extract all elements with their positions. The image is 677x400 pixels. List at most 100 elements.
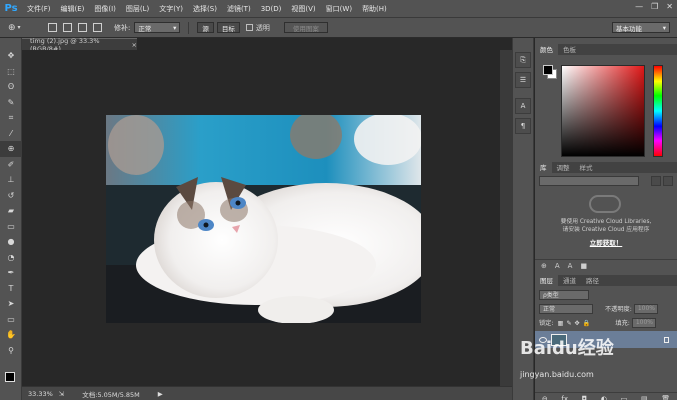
pen-icon[interactable]: ✒ — [0, 265, 22, 281]
properties-panel-icon[interactable]: ☰ — [515, 72, 531, 88]
patch-tool-icon: ⊕ — [8, 22, 16, 33]
menu-image[interactable]: 图像(I) — [89, 4, 121, 14]
type-icon[interactable]: T — [0, 281, 22, 297]
menu-window[interactable]: 窗口(W) — [321, 4, 357, 14]
tab-styles[interactable]: 样式 — [575, 161, 598, 173]
options-bar: ⊕ ▾ 修补: 正常 ▾ 源 目标 透明 使用图案 基本功能 ▾ — [0, 18, 677, 38]
status-menu-arrow-icon[interactable]: ▶ — [158, 390, 163, 398]
baidu-watermark-url: jingyan.baidu.com — [520, 370, 594, 379]
transparent-checkbox[interactable] — [245, 24, 253, 31]
restore-icon[interactable]: ❐ — [651, 2, 658, 11]
layer-filter-select[interactable]: ρ类型 — [539, 289, 589, 300]
toolbar-grip[interactable] — [0, 38, 21, 48]
delete-layer-icon[interactable]: 🗑 — [661, 395, 670, 400]
dodge-icon[interactable]: ◔ — [0, 250, 22, 266]
color-spectrum[interactable] — [561, 65, 645, 157]
quick-select-icon[interactable]: ✎ — [0, 95, 22, 111]
stamp-icon[interactable]: ⊥ — [0, 172, 22, 188]
add-mask-icon[interactable]: ◘ — [582, 395, 588, 400]
marquee-icon[interactable]: ⬚ — [0, 64, 22, 80]
opacity-field[interactable]: 100% — [633, 303, 658, 314]
foreground-color-chip[interactable] — [543, 65, 553, 75]
menu-3d[interactable]: 3D(D) — [256, 5, 287, 13]
add-color-icon[interactable]: ■ — [580, 262, 587, 270]
zoom-level[interactable]: 33.33% — [28, 390, 53, 398]
source-button[interactable]: 源 — [197, 22, 214, 33]
minimize-icon[interactable]: — — [635, 2, 643, 11]
intersect-selection-icon[interactable] — [93, 23, 102, 32]
menu-edit[interactable]: 编辑(E) — [56, 4, 90, 14]
document-image[interactable] — [106, 115, 421, 323]
blend-mode-select[interactable]: 正常 — [539, 303, 593, 314]
patch-mode-select[interactable]: 正常 ▾ — [134, 22, 181, 33]
menu-file[interactable]: 文件(F) — [22, 4, 56, 14]
add-character-style-icon[interactable]: A — [555, 262, 560, 270]
lasso-icon[interactable]: ʘ — [0, 79, 22, 95]
patch-icon[interactable]: ⊕ — [0, 141, 22, 157]
lock-label: 锁定: — [539, 320, 554, 327]
close-tab-icon[interactable]: × — [132, 41, 137, 49]
tool-preset-picker[interactable]: ⊕ ▾ — [8, 20, 42, 36]
menu-help[interactable]: 帮助(H) — [357, 4, 392, 14]
menu-select[interactable]: 选择(S) — [188, 4, 222, 14]
lock-row: 锁定: ▦✎✥🔒 填充: 100% — [539, 317, 656, 328]
new-layer-icon[interactable]: ▤ — [641, 395, 648, 400]
library-select[interactable] — [539, 176, 639, 186]
tab-swatches[interactable]: 色板 — [558, 43, 581, 55]
workspace-select[interactable]: 基本功能 ▾ — [612, 22, 670, 33]
menu-filter[interactable]: 滤镜(T) — [222, 4, 256, 14]
tab-adjustments[interactable]: 调整 — [552, 161, 575, 173]
menu-view[interactable]: 视图(V) — [286, 4, 320, 14]
brush-icon[interactable]: ✐ — [0, 157, 22, 173]
menu-bar: Ps 文件(F) 编辑(E) 图像(I) 图层(L) 文字(Y) 选择(S) 滤… — [0, 0, 677, 18]
add-paragraph-style-icon[interactable]: A — [568, 262, 573, 270]
crop-icon[interactable]: ⌗ — [0, 110, 22, 126]
document-tab[interactable]: timg (2).jpg @ 33.3%(RGB/8#) × — [22, 37, 137, 53]
paragraph-panel-icon[interactable]: ¶ — [515, 118, 531, 134]
new-group-icon[interactable]: ▭ — [621, 395, 628, 400]
menu-type[interactable]: 文字(Y) — [154, 4, 188, 14]
add-selection-icon[interactable] — [63, 23, 72, 32]
vertical-scrollbar[interactable] — [500, 50, 512, 386]
adjustment-layer-icon[interactable]: ◐ — [601, 395, 607, 400]
tab-layers[interactable]: 图层 — [535, 274, 558, 286]
close-icon[interactable]: ✕ — [666, 2, 673, 11]
move-icon[interactable]: ✥ — [0, 48, 22, 64]
lock-icon — [664, 336, 669, 343]
tab-paths[interactable]: 路径 — [581, 274, 604, 286]
tab-channels[interactable]: 通道 — [558, 274, 581, 286]
gradient-icon[interactable]: ▭ — [0, 219, 22, 235]
tab-color[interactable]: 颜色 — [535, 43, 558, 55]
history-brush-icon[interactable]: ↺ — [0, 188, 22, 204]
photoshop-logo: Ps — [4, 3, 18, 14]
menu-layer[interactable]: 图层(L) — [121, 4, 154, 14]
new-selection-icon[interactable] — [48, 23, 57, 32]
character-panel-icon[interactable]: A — [515, 98, 531, 114]
use-pattern-button[interactable]: 使用图案 — [283, 22, 328, 33]
add-graphic-icon[interactable]: ⊕ — [541, 262, 547, 270]
link-layers-icon[interactable]: ⊖ — [542, 395, 548, 400]
chevron-down-icon: ▾ — [173, 23, 177, 32]
destination-button[interactable]: 目标 — [216, 22, 240, 33]
lock-options-icon[interactable]: ▦✎✥🔒 — [557, 319, 593, 327]
blur-icon[interactable]: ● — [0, 234, 22, 250]
grid-view-icon[interactable] — [651, 176, 661, 186]
hue-slider[interactable] — [653, 65, 663, 157]
export-icon[interactable]: ⇲ — [59, 390, 64, 398]
tab-libraries[interactable]: 库 — [535, 161, 552, 173]
subtract-selection-icon[interactable] — [78, 23, 87, 32]
path-select-icon[interactable]: ➤ — [0, 296, 22, 312]
transparent-label: 透明 — [255, 23, 270, 32]
layer-style-icon[interactable]: fx — [561, 395, 568, 400]
install-now-link[interactable]: 立即获取！ — [535, 237, 677, 247]
shape-icon[interactable]: ▭ — [0, 312, 22, 328]
fill-field[interactable]: 100% — [631, 317, 656, 328]
eraser-icon[interactable]: ▰ — [0, 203, 22, 219]
eyedropper-icon[interactable]: ⁄ — [0, 126, 22, 142]
foreground-color-swatch[interactable] — [5, 372, 15, 382]
list-view-icon[interactable] — [663, 176, 673, 186]
hand-icon[interactable]: ✋ — [0, 327, 22, 343]
window-controls: — ❐ ✕ — [635, 2, 673, 11]
history-panel-icon[interactable]: ⎘ — [515, 52, 531, 68]
zoom-icon[interactable]: ⚲ — [0, 343, 22, 359]
